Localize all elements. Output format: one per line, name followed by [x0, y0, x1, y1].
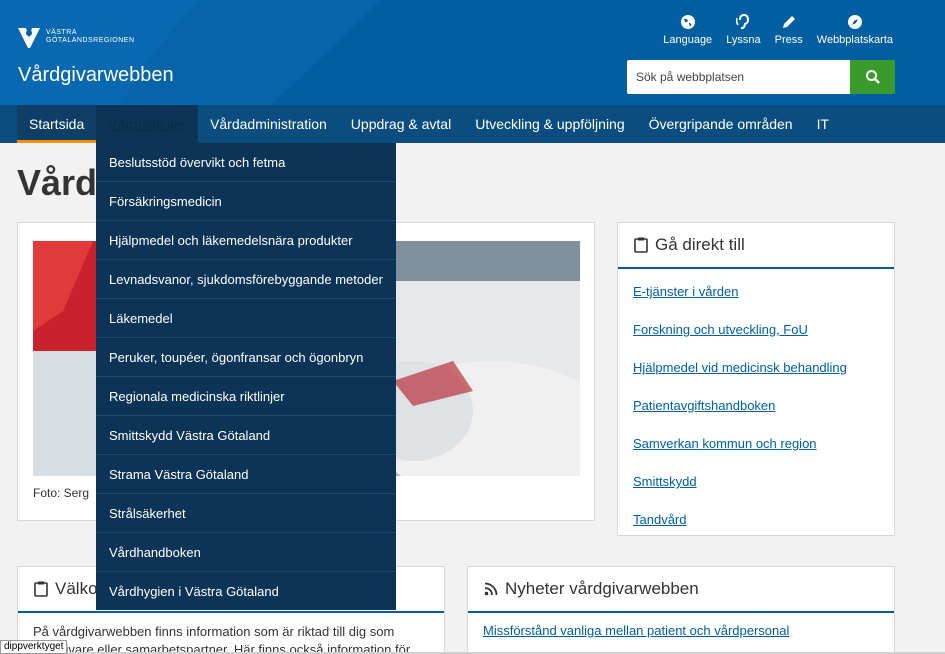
direct-links-title: Gå direkt till [655, 235, 745, 254]
language-button[interactable]: Language [663, 14, 712, 46]
photo-caption: Foto: Serg [33, 486, 90, 500]
direct-link[interactable]: Hjälpmedel vid medicinsk behandling [633, 360, 847, 375]
list-item: Hjälpmedel vid medicinsk behandling [633, 349, 879, 387]
search-button[interactable] [850, 60, 895, 94]
nav-item-overgripande-omraden[interactable]: Övergripande områden [637, 105, 805, 143]
list-item: Forskning och utveckling, FoU [633, 311, 879, 349]
globe-icon [680, 15, 695, 29]
direct-link[interactable]: E-tjänster i vården [633, 284, 739, 299]
direct-link[interactable]: Tandvård [633, 512, 686, 527]
sitemap-button[interactable]: Webbplatskarta [817, 14, 893, 46]
direct-links-card: Gå direkt till E-tjänster i vården Forsk… [617, 222, 895, 536]
vardriktlinjer-dropdown: Beslutsstöd övervikt och fetma Försäkrin… [96, 143, 396, 610]
site-title[interactable]: Vårdgivarwebben [18, 64, 174, 87]
dropdown-item[interactable]: Peruker, toupéer, ögonfransar och ögonbr… [96, 338, 396, 377]
news-header: Nyheter vårdgivarwebben [468, 567, 894, 613]
pencil-icon [782, 16, 795, 28]
dropdown-item[interactable]: Försäkringsmedicin [96, 182, 396, 221]
compass-icon [847, 15, 862, 29]
list-item: Samverkan kommun och region [633, 425, 879, 463]
vgr-logo-icon [18, 28, 40, 48]
search-icon [865, 70, 880, 84]
direct-links-list: E-tjänster i vården Forskning och utveck… [618, 269, 894, 539]
direct-link[interactable]: Forskning och utveckling, FoU [633, 322, 808, 337]
news-card: Nyheter vårdgivarwebben Missförstånd van… [467, 566, 895, 654]
list-item: Smittskydd [633, 463, 879, 501]
dropdown-item[interactable]: Vårdhygien i Västra Götaland [96, 572, 396, 610]
header-tools: Language Lyssna Press Webbplatskarta [649, 14, 893, 46]
welcome-title: Välko [55, 579, 98, 598]
nav-item-vardriktlinjer[interactable]: Vårdriktlinjer [96, 105, 199, 143]
list-item: Patientavgiftshandboken [633, 387, 879, 425]
dropdown-item[interactable]: Strålsäkerhet [96, 494, 396, 533]
rss-icon [484, 582, 498, 596]
vgr-logo[interactable]: VÄSTRA GÖTALANDSREGIONEN [16, 24, 135, 50]
dropdown-item[interactable]: Strama Västra Götaland [96, 455, 396, 494]
press-label: Press [774, 34, 803, 46]
logo-text-line2: GÖTALANDSREGIONEN [46, 37, 135, 44]
nav-item-utveckling-uppfoljning[interactable]: Utveckling & uppföljning [463, 105, 636, 143]
dropdown-item[interactable]: Smittskydd Västra Götaland [96, 416, 396, 455]
status-tooltip: dippverktyget [0, 640, 68, 654]
clipboard-icon [634, 237, 648, 253]
search-box [627, 60, 895, 94]
news-link[interactable]: Missförstånd vanliga mellan patient och … [483, 623, 789, 638]
news-title: Nyheter vårdgivarwebben [505, 579, 699, 598]
dropdown-item[interactable]: Vårdhandboken [96, 533, 396, 572]
site-header: VÄSTRA GÖTALANDSREGIONEN Vårdgivarwebben… [0, 0, 945, 105]
listen-button[interactable]: Lyssna [726, 14, 761, 46]
logo-text-line1: VÄSTRA [46, 29, 78, 36]
welcome-text: På vårdgivarwebben finns information som… [33, 624, 411, 654]
dropdown-item[interactable]: Regionala medicinska riktlinjer [96, 377, 396, 416]
dropdown-item[interactable]: Hjälpmedel och läkemedelsnära produkter [96, 221, 396, 260]
search-input[interactable] [627, 60, 850, 94]
dropdown-item[interactable]: Beslutsstöd övervikt och fetma [96, 143, 396, 182]
dropdown-item[interactable]: Läkemedel [96, 299, 396, 338]
list-item: Tandvård [633, 501, 879, 539]
main-nav: Startsida Vårdriktlinjer Vårdadministrat… [0, 105, 945, 143]
direct-links-header: Gå direkt till [618, 223, 894, 269]
direct-link[interactable]: Patientavgiftshandboken [633, 398, 775, 413]
press-button[interactable]: Press [775, 14, 803, 46]
nav-item-startsida[interactable]: Startsida [17, 105, 97, 143]
sitemap-label: Webbplatskarta [816, 34, 893, 46]
direct-link[interactable]: Samverkan kommun och region [633, 436, 817, 451]
nav-item-it[interactable]: IT [805, 105, 841, 143]
nav-item-uppdrag-avtal[interactable]: Uppdrag & avtal [339, 105, 463, 143]
list-item: E-tjänster i vården [633, 273, 879, 311]
clipboard-icon [34, 581, 48, 597]
language-label: Language [663, 34, 713, 46]
ear-icon [736, 14, 750, 30]
direct-link[interactable]: Smittskydd [633, 474, 697, 489]
nav-item-vardadministration[interactable]: Vårdadministration [198, 105, 339, 143]
dropdown-item[interactable]: Levnadsvanor, sjukdomsförebyggande metod… [96, 260, 396, 299]
listen-label: Lyssna [726, 34, 761, 46]
